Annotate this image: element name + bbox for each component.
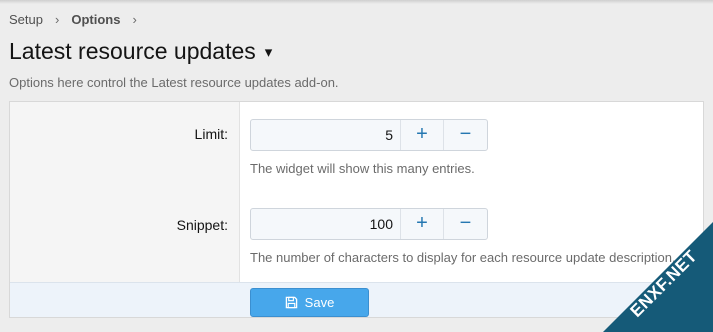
minus-icon: − <box>459 123 472 145</box>
save-icon <box>285 296 297 309</box>
top-shade <box>0 0 713 4</box>
save-button[interactable]: Save <box>250 288 369 317</box>
save-label: Save <box>304 295 335 310</box>
limit-decrement-button[interactable]: − <box>444 120 487 150</box>
limit-explain: The widget will show this many entries. <box>250 161 475 176</box>
page-description: Options here control the Latest resource… <box>9 75 339 90</box>
watermark: ENXF.NET <box>603 222 713 332</box>
breadcrumb-options[interactable]: Options <box>71 12 120 27</box>
snippet-increment-button[interactable]: + <box>401 209 444 239</box>
page-title: Latest resource updates <box>9 38 256 64</box>
page-title-menu[interactable]: Latest resource updates ▾ <box>9 38 272 65</box>
plus-icon: + <box>416 212 428 234</box>
breadcrumb-setup[interactable]: Setup <box>9 12 43 27</box>
snippet-decrement-button[interactable]: − <box>444 209 487 239</box>
snippet-label: Snippet: <box>176 217 228 233</box>
options-form: Limit: 5 + − The widget will show this m… <box>9 101 704 318</box>
minus-icon: − <box>459 212 472 234</box>
breadcrumb-separator-icon: › <box>132 12 137 27</box>
breadcrumb-separator-icon: › <box>54 12 60 27</box>
limit-increment-button[interactable]: + <box>401 120 444 150</box>
breadcrumb: Setup › Options › <box>9 12 149 27</box>
plus-icon: + <box>416 123 428 145</box>
limit-stepper: 5 + − <box>250 119 488 151</box>
snippet-stepper: 100 + − <box>250 208 488 240</box>
limit-label: Limit: <box>194 126 228 142</box>
limit-input[interactable]: 5 <box>251 120 401 150</box>
snippet-input[interactable]: 100 <box>251 209 401 239</box>
caret-down-icon: ▾ <box>264 43 273 61</box>
form-footer: Save <box>10 282 703 317</box>
